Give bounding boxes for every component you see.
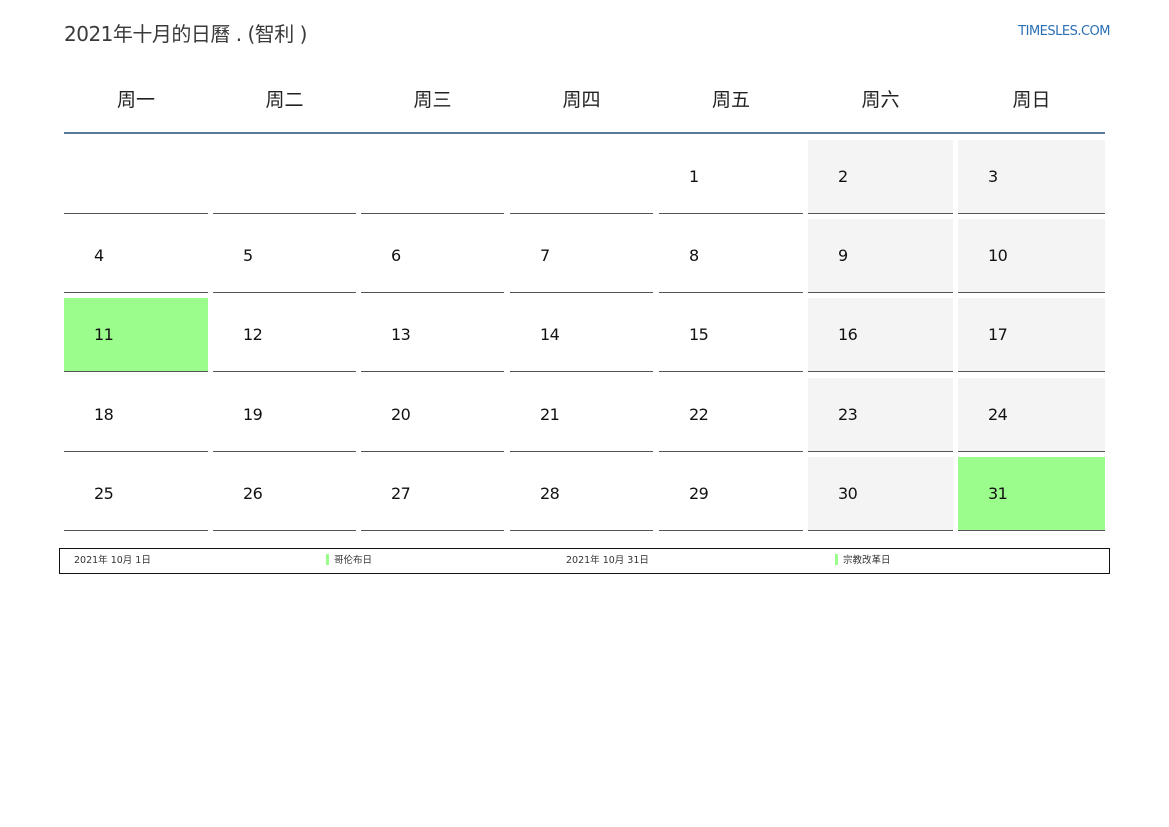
day-number: 30 — [838, 484, 858, 503]
day-number: 10 — [988, 246, 1008, 265]
day-cell[interactable] — [64, 140, 208, 214]
day-number: 22 — [689, 405, 709, 424]
day-cell[interactable]: 28 — [510, 457, 653, 531]
weekday-wed: 周三 — [413, 89, 452, 111]
day-number: 5 — [243, 246, 253, 265]
day-number: 8 — [689, 246, 699, 265]
legend-date-1: 2021年 10月 1日 — [74, 555, 151, 566]
day-cell[interactable]: 29 — [659, 457, 803, 531]
holiday-legend: 2021年 10月 1日 哥伦布日 2021年 10月 31日 宗教改革日 — [59, 548, 1110, 574]
holiday-marker — [326, 554, 329, 565]
legend-item-1: 哥伦布日 — [326, 549, 372, 573]
day-cell[interactable]: 4 — [64, 219, 208, 293]
day-number: 25 — [94, 484, 114, 503]
day-cell[interactable]: 26 — [213, 457, 356, 531]
day-cell[interactable]: 13 — [361, 298, 504, 372]
day-number: 3 — [988, 167, 998, 186]
day-number: 4 — [94, 246, 104, 265]
weekday-sun: 周日 — [1012, 89, 1051, 111]
day-cell[interactable] — [510, 140, 653, 214]
weekday-sat: 周六 — [861, 89, 900, 111]
day-number: 26 — [243, 484, 263, 503]
day-number: 12 — [243, 325, 263, 344]
day-cell[interactable]: 5 — [213, 219, 356, 293]
day-number: 20 — [391, 405, 411, 424]
day-number: 28 — [540, 484, 560, 503]
day-cell[interactable]: 9 — [808, 219, 953, 293]
weekday-header: 周一 周二 周三 周四 周五 周六 周日 — [64, 70, 1105, 134]
day-cell[interactable]: 15 — [659, 298, 803, 372]
day-number: 7 — [540, 246, 550, 265]
day-cell[interactable]: 7 — [510, 219, 653, 293]
site-link[interactable]: TIMESLES.COM — [1018, 24, 1110, 39]
day-cell[interactable]: 23 — [808, 378, 953, 452]
day-number: 21 — [540, 405, 560, 424]
day-cell[interactable]: 27 — [361, 457, 504, 531]
day-cell[interactable]: 20 — [361, 378, 504, 452]
weekday-tue: 周二 — [265, 89, 304, 111]
day-cell[interactable]: 14 — [510, 298, 653, 372]
day-cell[interactable]: 17 — [958, 298, 1105, 372]
day-number: 27 — [391, 484, 411, 503]
day-number: 13 — [391, 325, 411, 344]
day-cell[interactable]: 3 — [958, 140, 1105, 214]
day-cell[interactable]: 16 — [808, 298, 953, 372]
legend-name-2: 宗教改革日 — [843, 555, 891, 566]
day-cell[interactable]: 1 — [659, 140, 803, 214]
day-cell[interactable]: 24 — [958, 378, 1105, 452]
weekday-fri: 周五 — [711, 89, 750, 111]
day-cell[interactable]: 22 — [659, 378, 803, 452]
day-number: 31 — [988, 484, 1008, 503]
day-number: 18 — [94, 405, 114, 424]
day-cell[interactable]: 31 — [958, 457, 1105, 531]
day-number: 6 — [391, 246, 401, 265]
day-number: 9 — [838, 246, 848, 265]
calendar: 周一 周二 周三 周四 周五 周六 周日 1 2 3 4 5 6 7 8 9 10 11 12 13 14 15 16 17… — [64, 70, 1105, 535]
day-number: 15 — [689, 325, 709, 344]
day-cell[interactable]: 10 — [958, 219, 1105, 293]
day-cell[interactable]: 25 — [64, 457, 208, 531]
day-number: 23 — [838, 405, 858, 424]
day-cell[interactable] — [213, 140, 356, 214]
day-cell[interactable]: 21 — [510, 378, 653, 452]
day-number: 1 — [689, 167, 699, 186]
legend-item-2: 宗教改革日 — [835, 549, 891, 573]
day-number: 19 — [243, 405, 263, 424]
calendar-grid: 1 2 3 4 5 6 7 8 9 10 11 12 13 14 15 16 17 18 19 20 21 22 23 24 2… — [64, 134, 1105, 535]
day-number: 24 — [988, 405, 1008, 424]
day-cell[interactable]: 30 — [808, 457, 953, 531]
day-cell[interactable]: 18 — [64, 378, 208, 452]
day-cell[interactable]: 19 — [213, 378, 356, 452]
day-number: 14 — [540, 325, 560, 344]
day-number: 16 — [838, 325, 858, 344]
day-cell[interactable] — [361, 140, 504, 214]
weekday-mon: 周一 — [116, 89, 155, 111]
weekday-thu: 周四 — [562, 89, 601, 111]
page-title: 2021年十月的日曆 . (智利 ) — [64, 22, 307, 46]
holiday-marker — [835, 554, 838, 565]
day-cell[interactable]: 11 — [64, 298, 208, 372]
day-number: 2 — [838, 167, 848, 186]
day-cell[interactable]: 6 — [361, 219, 504, 293]
day-cell[interactable]: 12 — [213, 298, 356, 372]
day-number: 29 — [689, 484, 709, 503]
legend-date-2: 2021年 10月 31日 — [566, 555, 649, 566]
legend-name-1: 哥伦布日 — [334, 555, 373, 566]
day-number: 17 — [988, 325, 1008, 344]
day-cell[interactable]: 8 — [659, 219, 803, 293]
day-cell[interactable]: 2 — [808, 140, 953, 214]
day-number: 11 — [94, 325, 114, 344]
